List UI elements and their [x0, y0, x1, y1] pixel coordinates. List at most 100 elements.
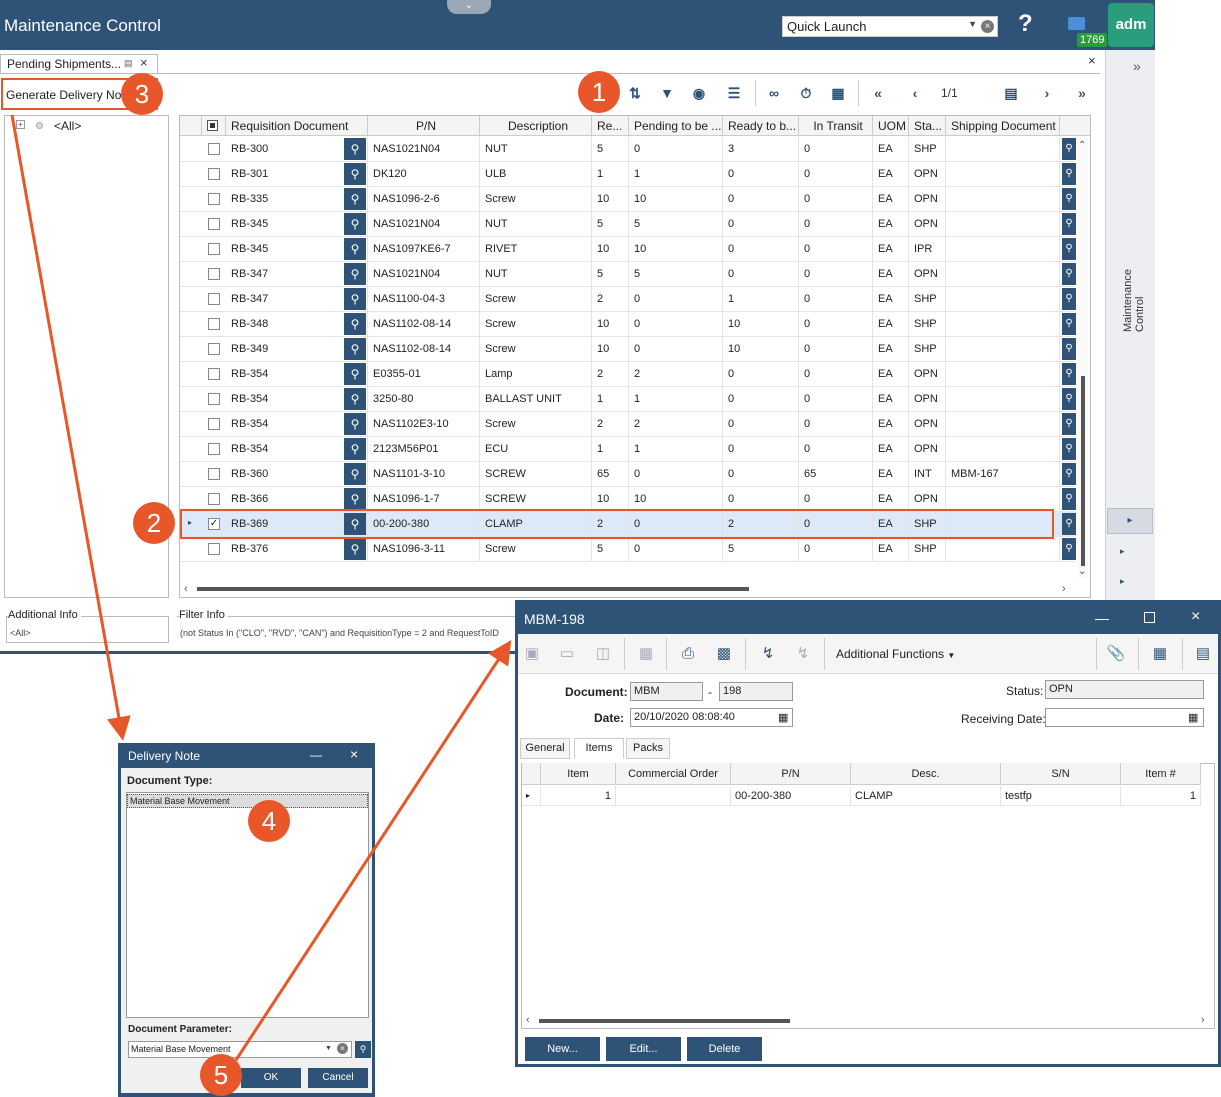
cell-uom[interactable]: EA [873, 387, 909, 412]
cell-status[interactable]: IPR [909, 237, 946, 262]
clear-icon[interactable]: × [981, 20, 994, 33]
row-checkbox[interactable] [208, 268, 220, 280]
col-requisition-document[interactable]: Requisition Document [226, 116, 368, 136]
cell-requested[interactable]: 10 [592, 237, 629, 262]
cell-shipping-document[interactable]: MBM-167 [946, 462, 1060, 487]
table-row[interactable]: RB-349 NAS1102-08-14 Screw 10 0 10 0 EA SHP ⚲ ⚲ [180, 337, 1076, 362]
column-chooser-icon[interactable]: ⇅ [625, 84, 645, 102]
tree-radio-icon[interactable] [36, 122, 43, 129]
horizontal-scroll-thumb[interactable] [539, 1019, 790, 1023]
pin-icon[interactable]: ▤ [124, 58, 133, 69]
cell-uom[interactable]: EA [873, 237, 909, 262]
cell-uom[interactable]: EA [873, 312, 909, 337]
dropdown-arrow-icon[interactable]: ▼ [325, 1045, 332, 1052]
search-icon[interactable]: ⚲ [355, 1041, 371, 1058]
cell-status[interactable]: OPN [909, 412, 946, 437]
chat-icon[interactable] [1068, 17, 1085, 30]
stopwatch-icon[interactable]: ⏱ [796, 84, 816, 102]
cell-status[interactable]: SHP [909, 537, 946, 562]
scroll-left-icon[interactable]: ‹ [526, 1014, 530, 1026]
cell-in-transit[interactable]: 0 [799, 287, 873, 312]
next-page-icon[interactable]: › [1037, 84, 1057, 102]
document-search-icon[interactable]: ▤ [1193, 645, 1213, 663]
cell-shipping-document[interactable] [946, 312, 1060, 337]
select-all-header[interactable] [202, 116, 226, 136]
cell-in-transit[interactable]: 0 [799, 137, 873, 162]
search-icon[interactable]: ⚲ [344, 488, 366, 510]
search-icon[interactable]: ⚲ [1062, 163, 1076, 185]
table-row[interactable]: RB-347 NAS1021N04 NUT 5 5 0 0 EA OPN ⚲ ⚲ [180, 262, 1076, 287]
table-row[interactable]: RB-301 DK120 ULB 1 1 0 0 EA OPN ⚲ ⚲ [180, 162, 1076, 187]
cell-description[interactable]: RIVET [480, 237, 592, 262]
col-desc[interactable]: Desc. [851, 763, 1001, 785]
cell-uom[interactable]: EA [873, 187, 909, 212]
expand-panel-icon[interactable]: » [1133, 58, 1141, 74]
cell-ready[interactable]: 0 [723, 262, 799, 287]
cell-pending[interactable]: 0 [629, 337, 723, 362]
side-arrow-icon[interactable]: ▸ [1120, 576, 1125, 587]
cell-shipping-document[interactable] [946, 337, 1060, 362]
cell-ready[interactable]: 0 [723, 412, 799, 437]
cell-uom[interactable]: EA [873, 162, 909, 187]
calendar-icon[interactable]: ▦ [1188, 711, 1198, 724]
document-parameter-select[interactable]: Material Base Movement [128, 1041, 352, 1058]
row-checkbox[interactable] [208, 293, 220, 305]
cell-uom[interactable]: EA [873, 537, 909, 562]
status-field[interactable]: OPN [1045, 680, 1204, 699]
cell-status[interactable]: SHP [909, 312, 946, 337]
print-preview-icon[interactable]: ▩ [714, 645, 734, 663]
cell-pending[interactable]: 0 [629, 312, 723, 337]
cell-pn[interactable]: 3250-80 [368, 387, 480, 412]
cell-item-number[interactable]: 1 [1121, 786, 1201, 806]
cell-status[interactable]: OPN [909, 262, 946, 287]
cell-pending[interactable]: 0 [629, 537, 723, 562]
search-icon[interactable]: ⚲ [344, 338, 366, 360]
cell-pending[interactable]: 5 [629, 262, 723, 287]
cell-sn[interactable]: testfp [1001, 786, 1121, 806]
dropdown-arrow-icon[interactable]: ▼ [968, 19, 977, 29]
document-type-list[interactable] [126, 792, 369, 1018]
cell-uom[interactable]: EA [873, 437, 909, 462]
quick-launch-input[interactable]: Quick Launch ▼ × [782, 16, 998, 37]
cell-in-transit[interactable]: 0 [799, 362, 873, 387]
cell-pn[interactable]: 00-200-380 [731, 786, 851, 806]
cell-pn[interactable]: NAS1102E3-10 [368, 412, 480, 437]
col-description[interactable]: Description [480, 116, 592, 136]
table-row[interactable]: RB-376 NAS1096-3-11 Screw 5 0 5 0 EA SHP ⚲ ⚲ [180, 537, 1076, 562]
search-icon[interactable]: ⚲ [344, 263, 366, 285]
tab-pending-shipments[interactable]: Pending Shipments... [0, 54, 158, 73]
cell-pending[interactable]: 0 [629, 287, 723, 312]
table-row[interactable]: RB-354 E0355-01 Lamp 2 2 0 0 EA OPN ⚲ ⚲ [180, 362, 1076, 387]
cell-description[interactable]: ULB [480, 162, 592, 187]
cell-requested[interactable]: 5 [592, 212, 629, 237]
cell-status[interactable]: OPN [909, 187, 946, 212]
cell-pending[interactable]: 1 [629, 387, 723, 412]
row-checkbox[interactable] [208, 343, 220, 355]
calendar-icon[interactable]: ▦ [778, 711, 788, 724]
search-icon[interactable]: ⚲ [1062, 363, 1076, 385]
cell-description[interactable]: Screw [480, 187, 592, 212]
table-row[interactable]: RB-354 3250-80 BALLAST UNIT 1 1 0 0 EA OPN ⚲ ⚲ [180, 387, 1076, 412]
cell-uom[interactable]: EA [873, 337, 909, 362]
cell-ready[interactable]: 0 [723, 162, 799, 187]
cell-desc[interactable]: CLAMP [851, 786, 1001, 806]
cell-pn[interactable]: NAS1102-08-14 [368, 312, 480, 337]
cell-pn[interactable]: NAS1021N04 [368, 212, 480, 237]
col-pn[interactable]: P/N [368, 116, 480, 136]
filter-icon[interactable]: ▼ [657, 84, 677, 102]
cell-pending[interactable]: 0 [629, 462, 723, 487]
table-row[interactable]: RB-345 NAS1021N04 NUT 5 5 0 0 EA OPN ⚲ ⚲ [180, 212, 1076, 237]
cell-in-transit[interactable]: 0 [799, 412, 873, 437]
scroll-left-icon[interactable]: ‹ [184, 583, 188, 595]
cell-uom[interactable]: EA [873, 412, 909, 437]
open-folder-icon[interactable]: ▭ [557, 645, 577, 663]
tab-general[interactable]: General [520, 738, 570, 759]
search-icon[interactable]: ⚲ [344, 163, 366, 185]
close-icon[interactable]: × [1191, 608, 1200, 626]
cell-requested[interactable]: 1 [592, 162, 629, 187]
cell-shipping-document[interactable] [946, 537, 1060, 562]
date-field[interactable]: 20/10/2020 08:08:40 [630, 708, 793, 727]
close-icon[interactable]: × [140, 55, 148, 70]
search-icon[interactable]: ⚲ [344, 288, 366, 310]
document-prefix-field[interactable]: MBM [630, 682, 703, 701]
